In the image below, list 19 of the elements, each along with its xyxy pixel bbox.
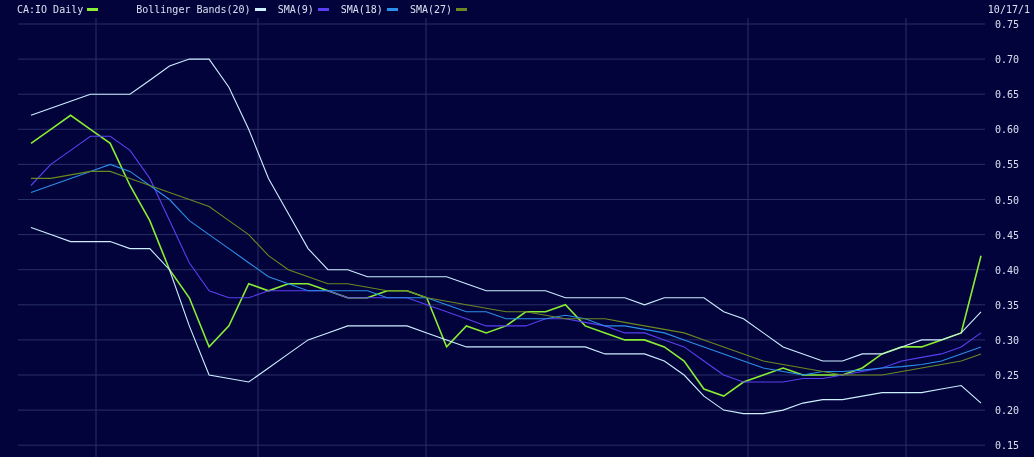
y-tick-label: 0.75 xyxy=(995,19,1020,30)
y-tick-label: 0.60 xyxy=(995,124,1020,136)
legend-label: Bollinger Bands(20) xyxy=(136,3,251,15)
legend-label: CA:IO Daily xyxy=(17,3,84,15)
y-tick-label: 0.35 xyxy=(995,299,1020,311)
y-tick-label: 0.25 xyxy=(995,370,1020,381)
y-tick-label: 0.55 xyxy=(995,159,1020,171)
legend-label: SMA(27) xyxy=(409,3,453,15)
y-tick-label: 0.65 xyxy=(995,89,1020,101)
y-tick-label: 0.40 xyxy=(995,264,1020,276)
y-tick-label: 0.50 xyxy=(995,194,1020,206)
y-tick-label: 0.15 xyxy=(995,440,1020,452)
y-tick-label: 0.70 xyxy=(995,54,1020,66)
y-tick-label: 0.30 xyxy=(995,334,1020,346)
date-label: 10/17/1 xyxy=(987,3,1030,15)
y-tick-label: 0.20 xyxy=(995,405,1020,417)
legend-label: SMA(18) xyxy=(340,3,383,15)
y-tick-label: 0.45 xyxy=(995,229,1020,241)
legend-label: SMA(9) xyxy=(277,3,314,15)
